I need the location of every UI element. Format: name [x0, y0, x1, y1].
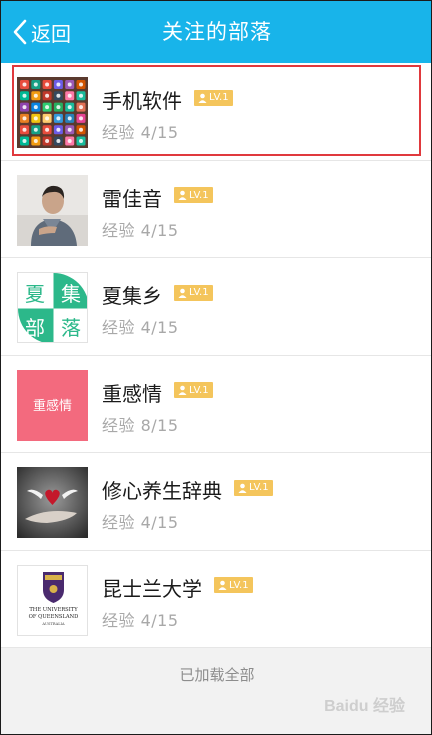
- experience-text: 经验 4/15: [102, 513, 179, 532]
- app-frame: 返回 关注的部落 手机软件 LV.1 经验 4/15 雷佳音 LV.1 经验 4…: [0, 0, 432, 735]
- logo-char: 集: [61, 282, 81, 306]
- app-tile-glyph: [56, 93, 61, 98]
- tribe-avatar: THE UNIVERSITY OF QUEENSLAND AUSTRALIA: [17, 564, 88, 636]
- list-item[interactable]: THE UNIVERSITY OF QUEENSLAND AUSTRALIA 昆…: [1, 550, 431, 648]
- app-tile-glyph: [67, 139, 72, 143]
- logo-text: 重感情: [33, 398, 72, 414]
- list-footer: 已加载全部: [1, 647, 431, 734]
- app-tile-glyph: [67, 93, 72, 98]
- experience-text: 经验 4/15: [102, 123, 179, 142]
- tribe-avatar: 夏 集 部 落: [17, 272, 88, 343]
- app-tile-glyph: [79, 93, 83, 98]
- tribe-name: 雷佳音: [102, 186, 162, 211]
- hands-heart-image: [17, 467, 88, 538]
- app-tile-glyph: [33, 116, 38, 121]
- user-icon: [218, 580, 227, 590]
- app-tile-glyph: [79, 116, 83, 121]
- user-icon: [198, 93, 207, 103]
- tribe-name: 夏集乡: [102, 284, 162, 308]
- app-tile-glyph: [33, 93, 38, 98]
- list-item[interactable]: 手机软件 LV.1 经验 4/15: [1, 63, 431, 161]
- app-tile-glyph: [79, 127, 83, 132]
- app-tile-glyph: [22, 127, 27, 132]
- app-tile-glyph: [22, 93, 27, 98]
- experience-text: 经验 8/15: [102, 415, 179, 435]
- list-item[interactable]: 重感情 重感情 LV.1 经验 8/15: [1, 355, 431, 453]
- app-tile-glyph: [22, 116, 27, 121]
- app-tile-glyph: [67, 105, 72, 110]
- level-badge: LV.1: [174, 187, 213, 203]
- level-badge: LV.1: [194, 89, 233, 106]
- app-tile-glyph: [45, 82, 50, 87]
- app-tile-glyph: [33, 139, 38, 143]
- page-title: 关注的部落: [162, 20, 272, 44]
- app-tile-glyph: [67, 116, 72, 121]
- app-tile-glyph: [45, 105, 50, 110]
- app-tile-glyph: [22, 82, 27, 87]
- app-grid-image: [17, 77, 88, 148]
- tribe-logo: 重感情: [17, 369, 88, 441]
- level-badge: LV.1: [174, 382, 213, 398]
- logo-char: 夏: [25, 282, 45, 306]
- level-label: LV.1: [189, 287, 209, 298]
- app-tile-glyph: [33, 82, 38, 87]
- watermark: Baidu 经验: [324, 698, 405, 715]
- experience-text: 经验 4/15: [102, 318, 179, 337]
- tribe-name: 重感情: [102, 381, 162, 406]
- tribe-avatar: [17, 467, 88, 538]
- top-bar: 返回 关注的部落: [1, 1, 431, 63]
- tribe-avatar: 重感情: [17, 369, 88, 441]
- portrait-image: [17, 174, 88, 246]
- app-tile-glyph: [56, 105, 61, 110]
- level-label: LV.1: [249, 482, 269, 493]
- level-label: LV.1: [209, 92, 229, 103]
- user-icon: [178, 385, 187, 395]
- app-tile-glyph: [22, 139, 27, 143]
- app-tile-glyph: [33, 127, 38, 132]
- list-item[interactable]: 修心养生辞典 LV.1 经验 4/15: [1, 453, 431, 551]
- tribe-list: 手机软件 LV.1 经验 4/15 雷佳音 LV.1 经验 4/15 夏 集 部…: [1, 63, 431, 648]
- app-tile-glyph: [67, 82, 72, 87]
- level-badge: LV.1: [214, 577, 253, 593]
- level-badge: LV.1: [234, 479, 273, 496]
- level-label: LV.1: [189, 189, 209, 201]
- experience-text: 经验 4/15: [102, 610, 179, 630]
- list-item[interactable]: 雷佳音 LV.1 经验 4/15: [1, 160, 431, 258]
- app-tile-glyph: [45, 116, 50, 121]
- app-tile-glyph: [45, 139, 50, 143]
- level-badge: LV.1: [174, 284, 213, 301]
- tribe-avatar: [17, 77, 88, 148]
- crest-line: OF QUEENSLAND: [29, 614, 79, 620]
- level-label: LV.1: [229, 579, 249, 591]
- app-tile-glyph: [56, 82, 61, 87]
- app-tile-glyph: [79, 139, 83, 143]
- user-icon: [238, 483, 247, 493]
- app-tile-glyph: [56, 116, 61, 121]
- load-complete-text: 已加载全部: [179, 666, 255, 684]
- tribe-logo: 夏 集 部 落: [18, 273, 87, 342]
- logo-char: 落: [61, 316, 81, 340]
- tribe-avatar: [17, 174, 88, 246]
- university-crest-image: THE UNIVERSITY OF QUEENSLAND AUSTRALIA: [18, 565, 87, 635]
- app-tile-glyph: [79, 105, 83, 110]
- app-tile-glyph: [22, 105, 27, 110]
- user-icon: [178, 288, 187, 298]
- app-tile-glyph: [79, 82, 83, 87]
- app-tile-glyph: [45, 93, 50, 98]
- tribe-name: 昆士兰大学: [102, 576, 202, 601]
- crest-line: THE UNIVERSITY: [29, 607, 78, 613]
- logo-char: 部: [25, 316, 45, 340]
- app-tile-glyph: [67, 127, 72, 132]
- app-tile-glyph: [33, 105, 38, 110]
- tribe-name: 手机软件: [102, 89, 182, 113]
- experience-text: 经验 4/15: [102, 220, 179, 240]
- app-tile-glyph: [56, 127, 61, 132]
- user-icon: [178, 190, 187, 200]
- app-tile-glyph: [56, 139, 61, 143]
- crest-line: AUSTRALIA: [41, 622, 65, 626]
- tribe-name: 修心养生辞典: [102, 479, 222, 503]
- list-item[interactable]: 夏 集 部 落 夏集乡 LV.1 经验 4/15: [1, 258, 431, 356]
- level-label: LV.1: [189, 384, 209, 396]
- app-tile-glyph: [45, 127, 50, 132]
